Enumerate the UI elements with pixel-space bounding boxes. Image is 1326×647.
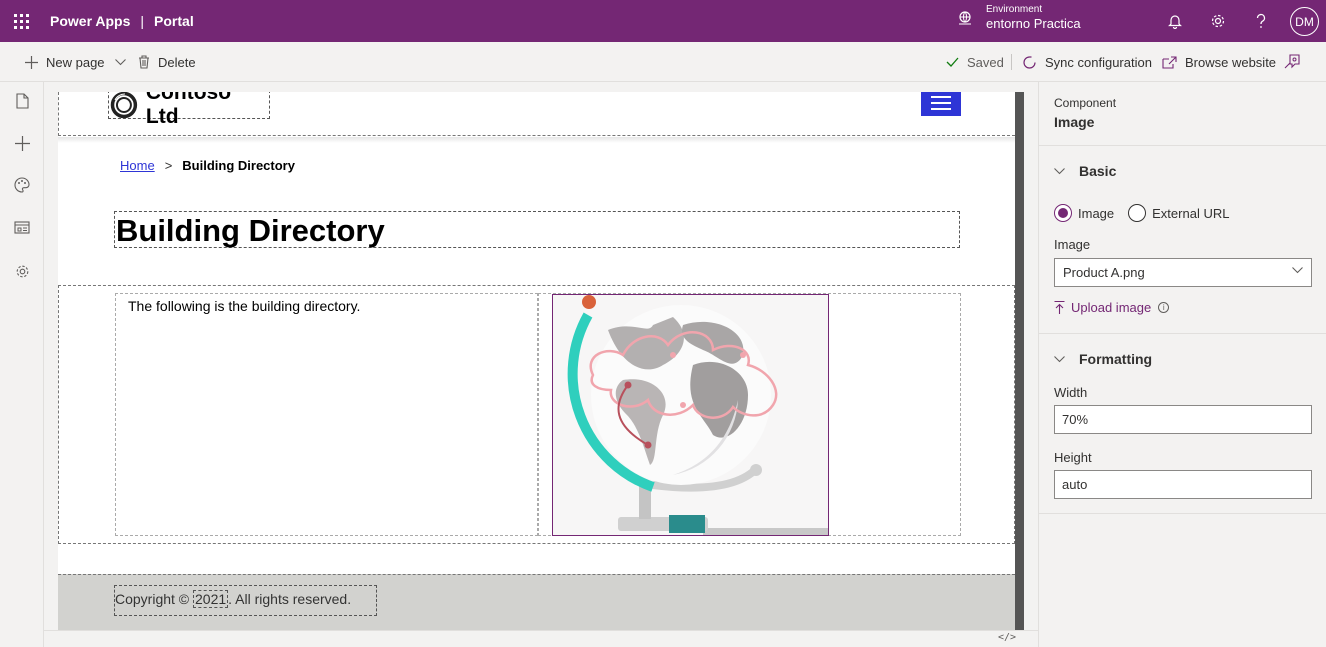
page-preview: Contoso Ltd Home > Building Directory Bu… (58, 92, 1015, 630)
formatting-section-toggle[interactable]: Formatting (1054, 351, 1152, 367)
body-text: The following is the building directory. (128, 298, 361, 314)
footer-prefix: Copyright © (115, 591, 190, 607)
footer-text-block[interactable]: Copyright © 2021. All rights reserved. (114, 585, 377, 616)
settings-icon[interactable] (13, 262, 31, 280)
open-external-icon (1162, 55, 1177, 69)
sync-label: Sync configuration (1045, 54, 1152, 70)
image-dropdown[interactable]: Product A.png (1054, 258, 1312, 287)
component-label: Component (1054, 96, 1117, 110)
upload-image-button[interactable]: Upload image i (1054, 300, 1170, 315)
delete-label: Delete (158, 54, 196, 70)
panel-divider (1039, 513, 1326, 514)
radio-external-url[interactable] (1128, 204, 1147, 222)
waffle-icon[interactable] (0, 0, 42, 42)
panel-divider (1039, 333, 1326, 334)
width-input[interactable]: 70% (1054, 405, 1312, 434)
text-column[interactable]: The following is the building directory. (115, 293, 538, 536)
breadcrumb-separator: > (164, 158, 173, 173)
footer-copyright: Copyright © 2021. All rights reserved. (115, 590, 352, 608)
image-source-radio-group: Image External URL (1054, 204, 1229, 222)
basic-section-label: Basic (1079, 163, 1117, 179)
environment-value: entorno Practica (986, 16, 1081, 31)
site-header[interactable]: Contoso Ltd (58, 92, 1015, 136)
page-title: Building Directory (116, 213, 385, 248)
app-name[interactable]: Power Apps (50, 13, 130, 29)
environment-picker[interactable]: Environment entorno Practica (956, 4, 1081, 32)
canvas-scrollbar[interactable] (1015, 92, 1024, 630)
gear-icon[interactable] (1208, 11, 1228, 31)
image-dropdown-value: Product A.png (1063, 265, 1145, 280)
pages-icon[interactable] (13, 92, 31, 110)
contoso-logo-icon (110, 92, 138, 118)
add-component-icon[interactable] (13, 134, 31, 152)
left-rail (0, 82, 44, 647)
component-name: Image (1054, 114, 1095, 130)
footer-year[interactable]: 2021 (193, 590, 229, 608)
templates-icon[interactable] (13, 218, 31, 236)
radio-image[interactable] (1054, 204, 1072, 222)
upload-icon (1054, 300, 1065, 314)
chevron-down-icon (1292, 267, 1303, 274)
feedback-icon (1284, 54, 1300, 69)
site-footer[interactable]: Copyright © 2021. All rights reserved. (58, 574, 1015, 630)
sync-configuration-button[interactable]: Sync configuration (1022, 53, 1152, 71)
portal-label: Portal (154, 13, 194, 29)
canvas-scrollbar-thumb[interactable] (1015, 92, 1024, 630)
new-page-label: New page (46, 54, 105, 70)
command-bar: New page Delete Saved Sync configuration… (0, 42, 1326, 82)
page-title-block[interactable]: Building Directory (114, 211, 960, 248)
browse-website-button[interactable]: Browse website (1162, 53, 1276, 71)
footer-suffix: . All rights reserved. (228, 591, 352, 607)
chevron-down-icon (114, 58, 126, 65)
environment-icon (959, 11, 971, 25)
plus-icon (25, 55, 38, 69)
formatting-section-label: Formatting (1079, 351, 1153, 367)
image-field-label: Image (1054, 237, 1091, 252)
height-input[interactable]: auto (1054, 470, 1312, 499)
avatar[interactable]: DM (1290, 7, 1319, 36)
theme-icon[interactable] (13, 176, 31, 194)
command-divider (1011, 54, 1012, 70)
height-label: Height (1054, 450, 1092, 465)
feedback-button[interactable] (1284, 53, 1308, 71)
radio-image-label: Image (1078, 205, 1115, 221)
app-header: Power Apps | Portal Environment entorno … (0, 0, 1326, 42)
header-shadow (58, 137, 1015, 143)
content-section[interactable]: The following is the building directory. (58, 285, 1015, 544)
basic-section-toggle[interactable]: Basic (1054, 163, 1116, 179)
canvas-footer-bar: </> (44, 630, 1038, 647)
site-logo-text: Contoso Ltd (145, 92, 232, 128)
panel-header: Component Image (1039, 82, 1326, 146)
help-icon[interactable] (1251, 11, 1271, 31)
upload-image-label: Upload image (1071, 300, 1152, 315)
environment-label: Environment (986, 4, 1043, 15)
breadcrumb-home-link[interactable]: Home (120, 158, 155, 173)
title-separator: | (140, 13, 145, 29)
chevron-down-icon (1054, 355, 1065, 362)
bell-icon[interactable] (1165, 11, 1185, 31)
breadcrumb-current: Building Directory (182, 158, 295, 173)
checkmark-icon (946, 57, 959, 67)
breadcrumb: Home > Building Directory (120, 158, 295, 173)
new-page-button[interactable]: New page (25, 53, 126, 71)
site-logo[interactable]: Contoso Ltd (108, 92, 270, 128)
save-status-label: Saved (967, 54, 1004, 70)
code-editor-toggle[interactable]: </> (998, 632, 1016, 643)
chevron-down-icon (1054, 167, 1065, 174)
delete-button[interactable]: Delete (138, 53, 196, 71)
properties-panel: Component Image Basic Image External URL… (1038, 82, 1326, 647)
trash-icon (139, 55, 149, 69)
radio-external-url-label: External URL (1152, 205, 1230, 221)
globe-illustration (553, 295, 828, 535)
design-canvas: Contoso Ltd Home > Building Directory Bu… (44, 82, 1038, 647)
info-icon[interactable]: i (1158, 302, 1170, 313)
save-status: Saved (946, 53, 1004, 71)
sync-icon (1023, 55, 1036, 69)
image-column[interactable] (538, 293, 961, 536)
width-label: Width (1054, 385, 1088, 400)
browse-label: Browse website (1185, 54, 1277, 70)
selected-image-component[interactable] (552, 294, 829, 536)
menu-hamburger-icon[interactable] (921, 92, 961, 116)
